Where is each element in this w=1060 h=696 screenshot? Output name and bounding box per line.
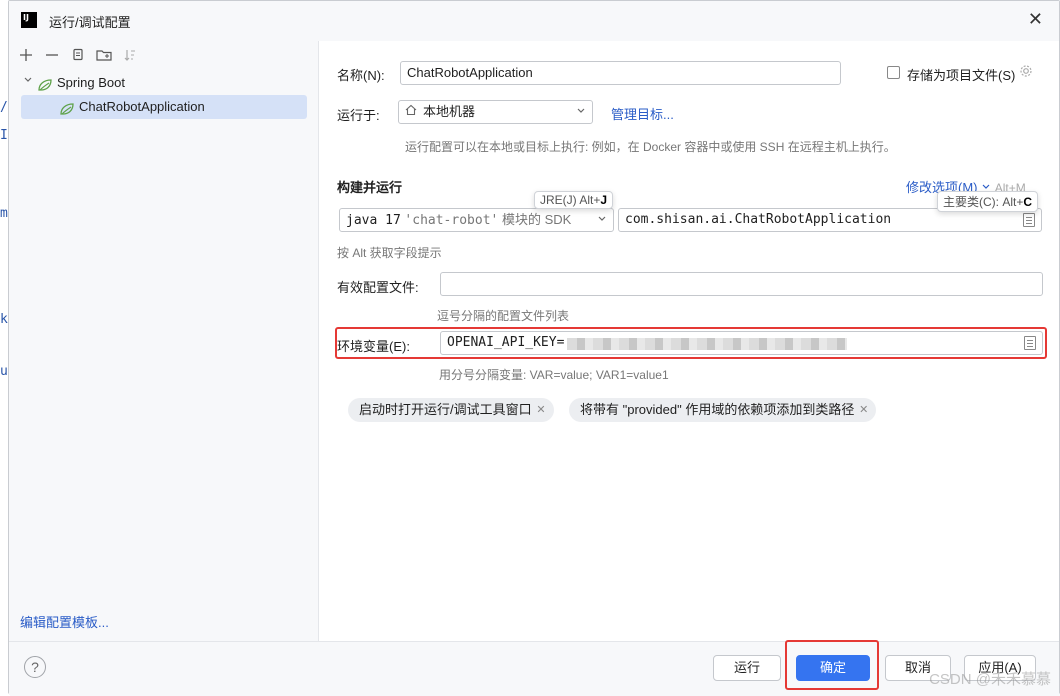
background-code-fragment: I <box>0 128 8 143</box>
spring-boot-app-icon <box>59 100 75 115</box>
name-input[interactable]: ChatRobotApplication <box>400 61 841 85</box>
chevron-down-icon <box>576 101 586 123</box>
background-code-fragment: k <box>0 312 8 327</box>
open-tool-window-chip[interactable]: 启动时打开运行/调试工具窗口 ✕ <box>348 398 554 422</box>
main-class-tooltip-text: 主要类(C): Alt+ <box>943 195 1024 209</box>
spring-boot-icon <box>37 76 53 91</box>
run-debug-config-dialog: IJ 运行/调试配置 ✕ Spring Boot ChatRobotApplic… <box>8 0 1060 695</box>
ok-button[interactable]: 确定 <box>796 655 870 681</box>
tree-group-label: Spring Boot <box>57 75 125 90</box>
sidebar-toolbar <box>13 43 143 67</box>
config-sidebar: Spring Boot ChatRobotApplication 编辑配置模板.… <box>9 41 319 641</box>
store-as-project-file-label: 存储为项目文件(S) <box>907 68 1016 83</box>
store-as-project-file-checkbox[interactable] <box>887 66 900 79</box>
manage-targets-link[interactable]: 管理目标... <box>611 104 674 123</box>
tree-group-spring-boot[interactable]: Spring Boot <box>23 71 313 95</box>
env-vars-input[interactable]: OPENAI_API_KEY= <box>440 331 1043 355</box>
active-profiles-label: 有效配置文件: <box>337 280 419 295</box>
tree-item-label: ChatRobotApplication <box>79 99 205 114</box>
env-vars-hint: 用分号分隔变量: VAR=value; VAR1=value1 <box>439 368 669 382</box>
close-icon[interactable]: ✕ <box>536 398 545 422</box>
csdn-watermark: CSDN @禾禾慕慕 <box>929 671 1051 688</box>
jre-select[interactable]: java 17 'chat-robot' 模块的 SDK <box>339 208 614 232</box>
jre-shortcut-tooltip: JRE(J) Alt+J <box>534 191 614 209</box>
close-icon[interactable]: ✕ <box>859 398 868 422</box>
tree-item-chatrobotapplication[interactable]: ChatRobotApplication <box>21 95 307 119</box>
jdk-suffix: 模块的 SDK <box>501 212 572 227</box>
active-profiles-hint: 逗号分隔的配置文件列表 <box>437 309 570 323</box>
add-config-icon[interactable] <box>13 44 39 66</box>
run-on-value: 本地机器 <box>423 104 476 119</box>
house-icon <box>405 101 417 123</box>
jdk-version: java 17 <box>346 213 401 228</box>
intellij-app-icon: IJ <box>21 12 37 28</box>
env-vars-label: 环境变量(E): <box>337 339 410 354</box>
close-icon[interactable]: ✕ <box>1028 10 1043 28</box>
provided-scope-chip[interactable]: 将带有 "provided" 作用域的依赖项添加到类路径 ✕ <box>569 398 877 422</box>
background-code-fragment: u <box>0 364 8 379</box>
dialog-title: 运行/调试配置 <box>49 15 131 30</box>
jre-tooltip-key: J <box>600 193 608 207</box>
active-profiles-input[interactable] <box>440 272 1043 296</box>
chevron-down-icon <box>597 209 607 231</box>
jdk-module: 'chat-robot' <box>404 213 499 228</box>
run-on-label: 运行于: <box>337 108 380 123</box>
title-bar: IJ 运行/调试配置 ✕ <box>9 1 1059 41</box>
env-vars-value: OPENAI_API_KEY= <box>447 335 565 350</box>
copy-config-icon[interactable] <box>65 44 91 66</box>
main-class-shortcut-tooltip: 主要类(C): Alt+C <box>937 191 1039 212</box>
expand-field-icon[interactable] <box>1024 336 1036 350</box>
run-on-select[interactable]: 本地机器 <box>398 100 593 124</box>
chip-label: 将带有 "provided" 作用域的依赖项添加到类路径 <box>580 402 855 417</box>
config-form: 名称(N): ChatRobotApplication 存储为项目文件(S) 运… <box>320 41 1059 641</box>
name-label: 名称(N): <box>337 68 385 83</box>
gear-icon[interactable] <box>1019 64 1033 81</box>
chevron-down-icon <box>23 71 37 95</box>
redacted-api-key <box>567 338 847 350</box>
remove-config-icon[interactable] <box>39 44 65 66</box>
main-class-tooltip-key: C <box>1023 195 1033 209</box>
background-code-fragment: m <box>0 206 8 221</box>
chip-label: 启动时打开运行/调试工具窗口 <box>359 402 532 417</box>
build-and-run-title: 构建并运行 <box>337 180 403 195</box>
background-code-fragment: / <box>0 100 8 115</box>
jre-tooltip-text: JRE(J) Alt+ <box>540 193 601 207</box>
help-icon[interactable]: ? <box>24 656 46 678</box>
expand-field-icon[interactable] <box>1023 213 1035 227</box>
main-class-value: com.shisan.ai.ChatRobotApplication <box>625 212 892 227</box>
alt-field-hint: 按 Alt 获取字段提示 <box>337 246 442 260</box>
run-on-hint: 运行配置可以在本地或目标上执行: 例如，在 Docker 容器中或使用 SSH … <box>405 140 896 154</box>
dialog-footer: ? 运行 确定 取消 应用(A) CSDN @禾禾慕慕 <box>9 640 1059 695</box>
edit-config-templates-link[interactable]: 编辑配置模板... <box>20 612 109 631</box>
sort-icon[interactable] <box>117 44 143 66</box>
new-folder-icon[interactable] <box>91 44 117 66</box>
run-button[interactable]: 运行 <box>713 655 781 681</box>
